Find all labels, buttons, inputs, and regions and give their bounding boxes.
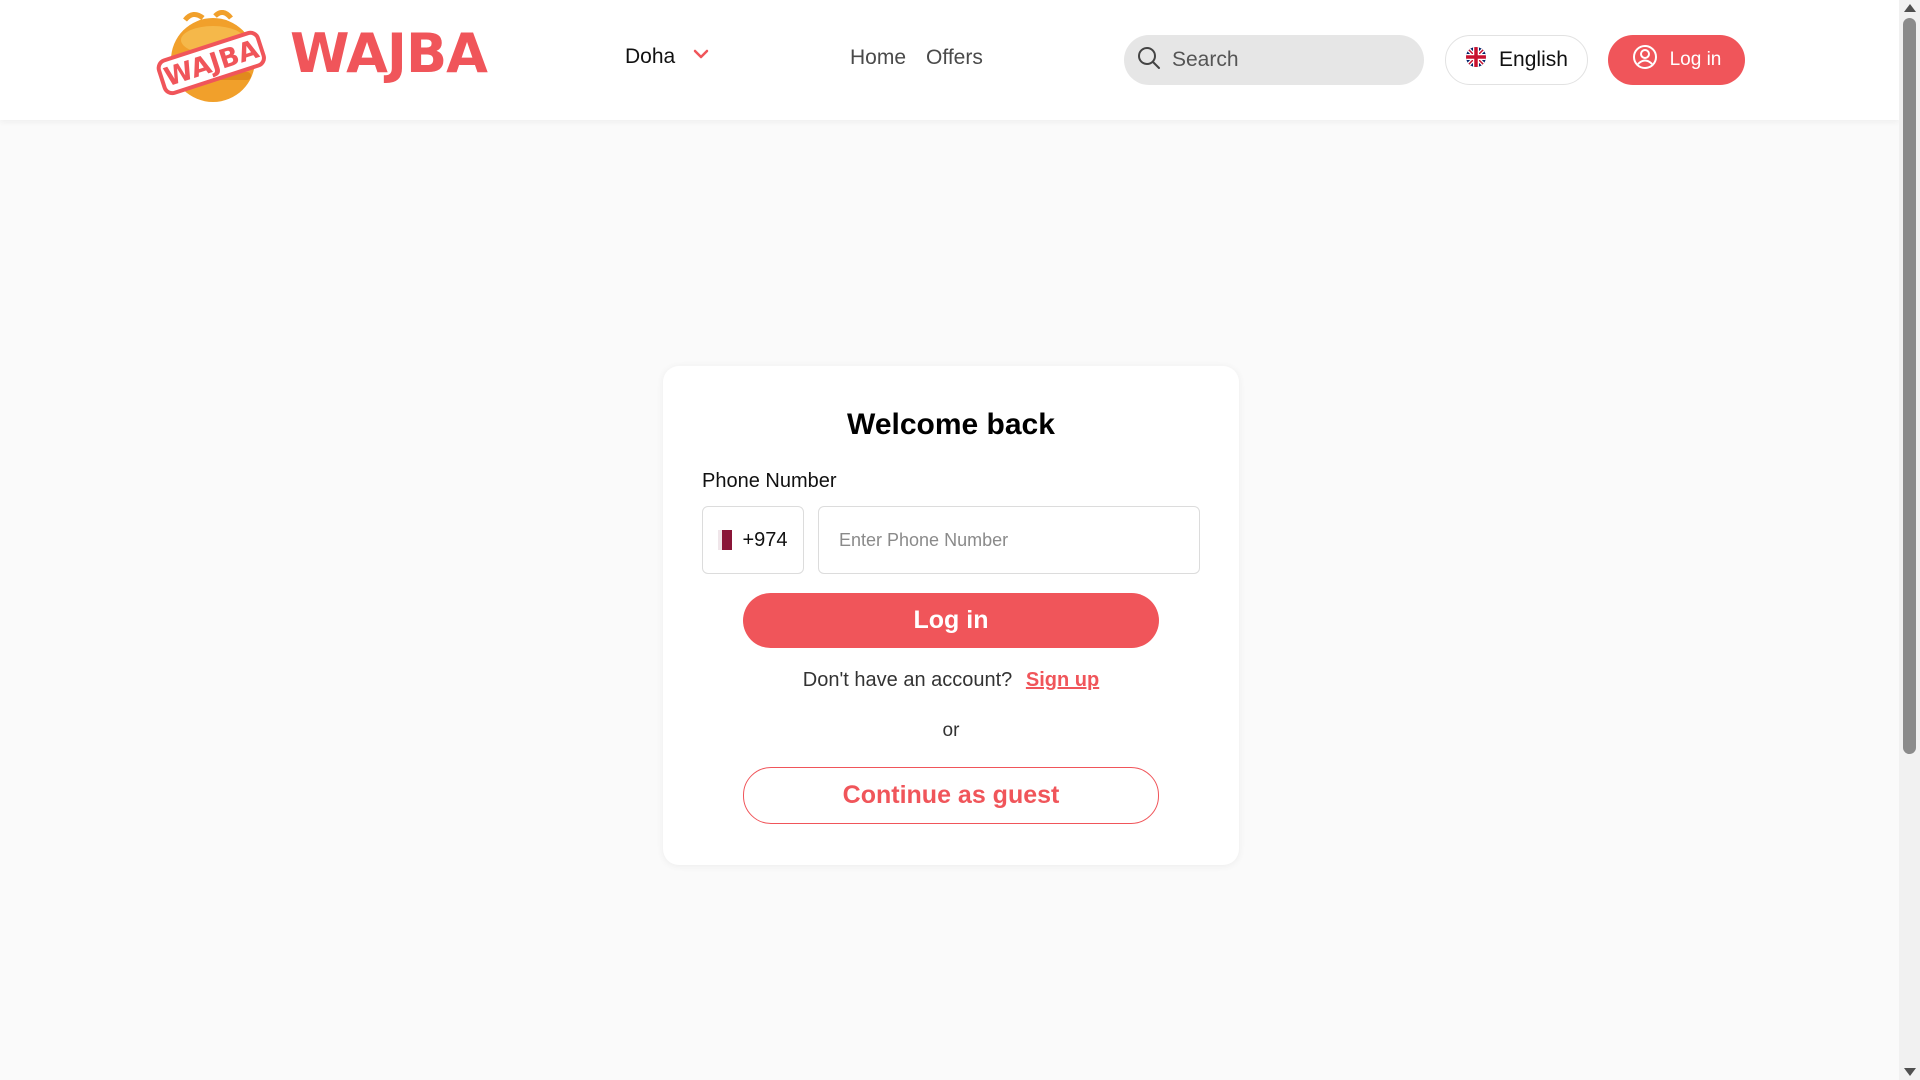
uk-flag-icon [1465,46,1487,74]
main-nav: Home Offers [850,46,983,70]
login-title: Welcome back [847,408,1055,441]
qatar-flag-icon [718,530,733,550]
login-submit-button[interactable]: Log in [743,593,1159,648]
search-input[interactable] [1172,48,1402,72]
header-login-button[interactable]: Log in [1608,35,1745,85]
header-login-label: Log in [1669,49,1722,70]
nav-offers[interactable]: Offers [926,46,983,70]
or-divider-text: or [942,720,960,741]
city-selector[interactable]: Doha [625,44,711,70]
login-card: Welcome back Phone Number +974 Log in Do… [663,366,1239,865]
city-label: Doha [625,45,676,68]
wajba-burger-badge-icon[interactable]: WAJBA [155,10,267,110]
search-icon [1136,45,1162,76]
language-label: English [1499,48,1568,71]
signup-link[interactable]: Sign up [1026,669,1099,691]
page-scrollbar[interactable] [1899,0,1920,1080]
country-code-selector[interactable]: +974 [702,506,804,574]
continue-as-guest-button[interactable]: Continue as guest [743,767,1159,824]
no-account-text: Don't have an account? [802,669,1013,691]
site-header: WAJBA WAJBA Doha Home Offers Search Engl… [0,0,1899,120]
country-code-value: +974 [742,528,788,551]
language-selector[interactable]: English [1445,35,1588,85]
user-circle-icon [1632,44,1658,76]
brand-wordmark[interactable]: WAJBA [290,22,488,86]
scroll-up-arrow-icon[interactable] [1904,4,1916,12]
signup-prompt: Don't have an account? Sign up [663,669,1239,692]
scroll-down-arrow-icon[interactable] [1904,1068,1916,1076]
nav-home[interactable]: Home [850,46,906,70]
scrollbar-thumb[interactable] [1903,18,1916,754]
search-bar[interactable] [1124,35,1424,85]
chevron-down-icon [691,44,711,70]
phone-number-input[interactable] [818,506,1200,574]
phone-number-label: Phone Number [702,470,837,492]
